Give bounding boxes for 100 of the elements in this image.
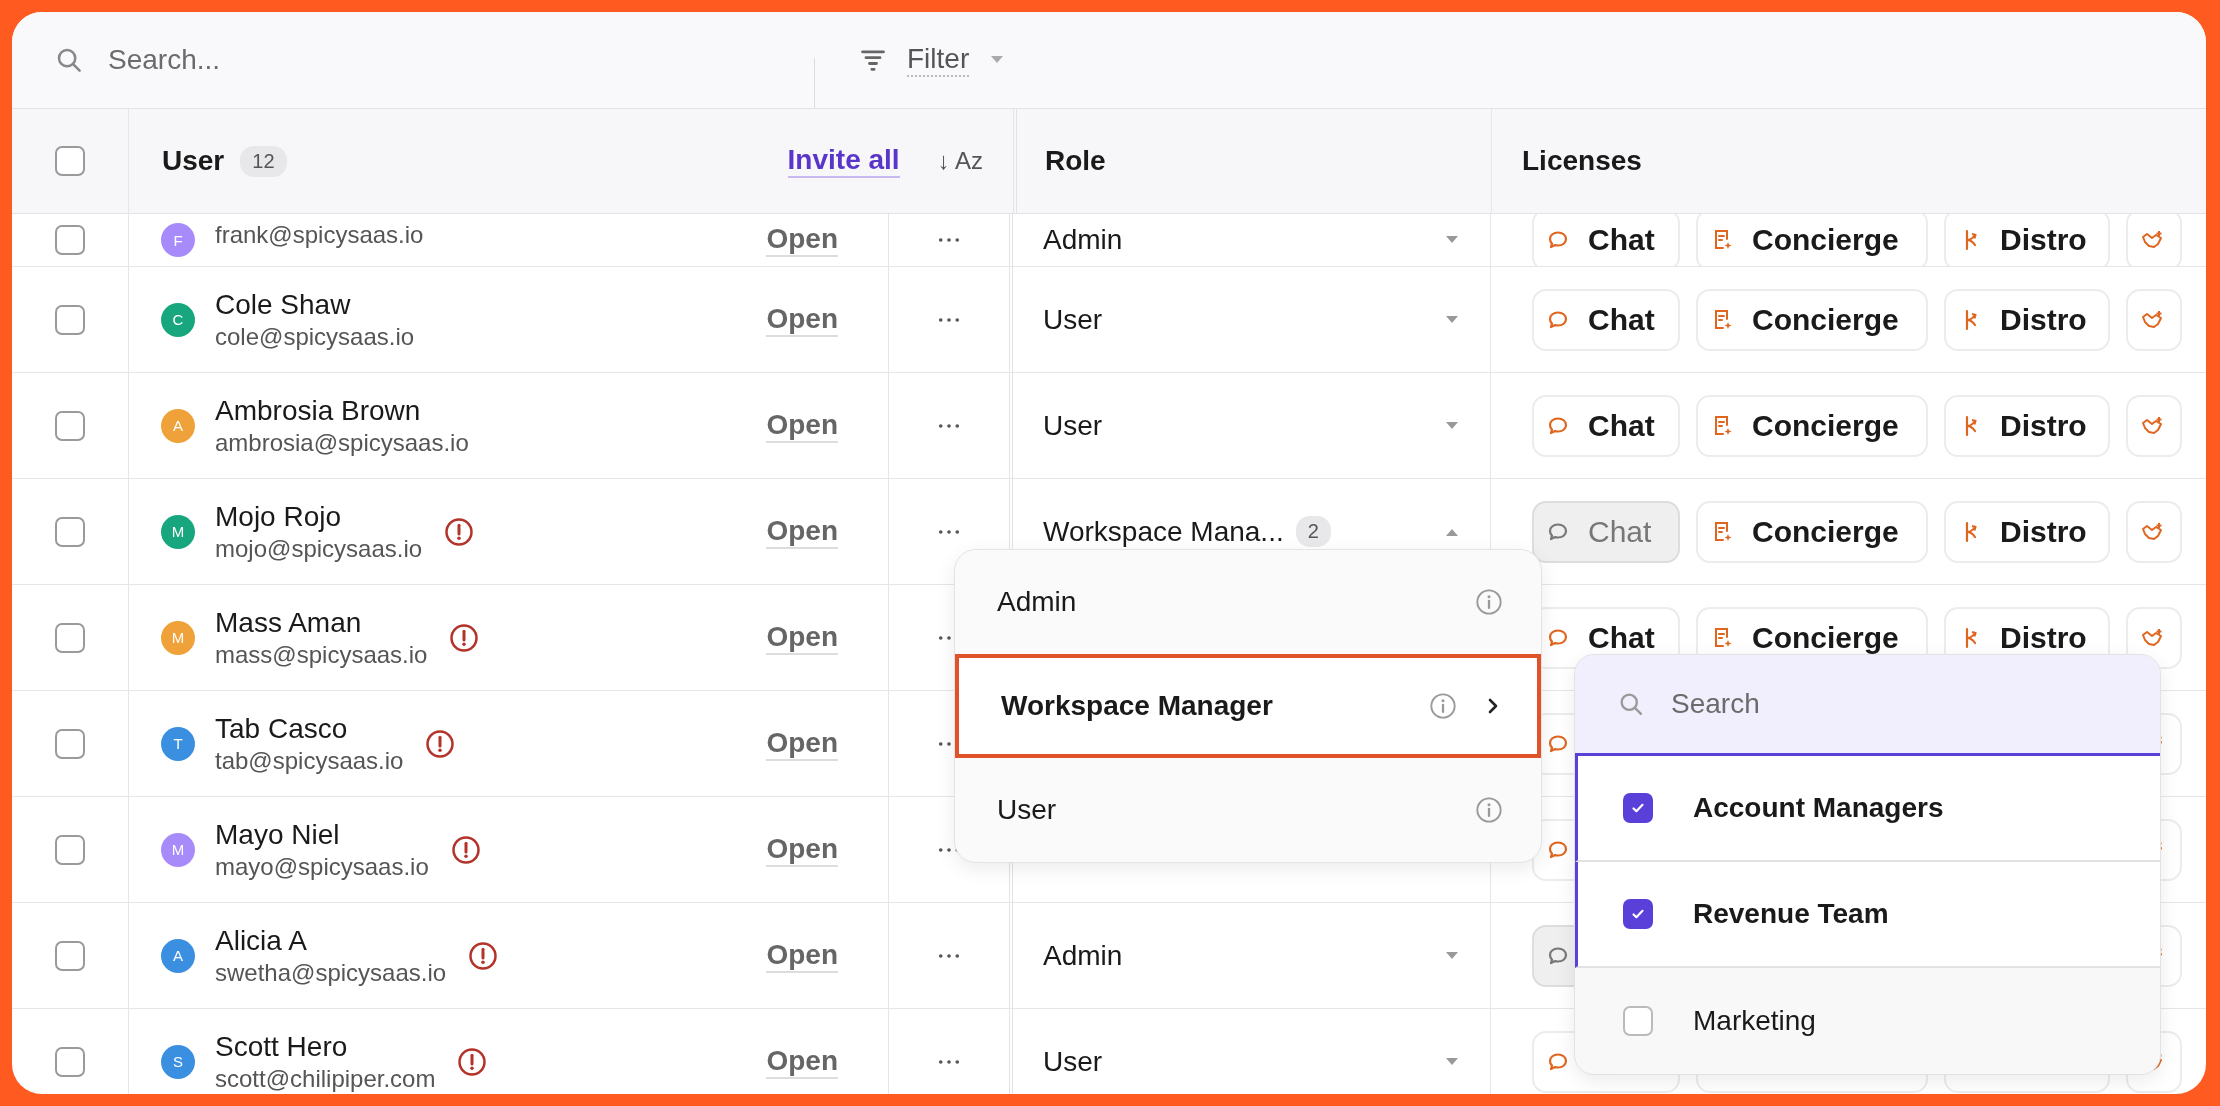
menu-item[interactable]: Workspace Manager xyxy=(955,654,1541,758)
count-badge: 12 xyxy=(240,145,287,177)
user-name: Alicia A xyxy=(215,923,308,958)
more-icon[interactable] xyxy=(938,421,960,430)
checkbox[interactable] xyxy=(1623,1006,1653,1036)
checkbox[interactable] xyxy=(55,622,85,653)
open-link[interactable]: Open xyxy=(766,620,838,655)
avatar: M xyxy=(161,832,195,867)
user-name: Mayo Niel xyxy=(215,817,341,852)
role-value: Admin xyxy=(1043,224,1123,256)
user-email: scott@chilipiper.com xyxy=(215,1063,436,1094)
license-chip[interactable]: Concierge xyxy=(1696,500,1928,563)
info-icon[interactable] xyxy=(1475,588,1503,616)
menu-item[interactable]: Account Managers xyxy=(1575,756,2160,862)
open-link[interactable]: Open xyxy=(766,302,838,337)
license-chip[interactable]: Concierge xyxy=(1696,288,1928,351)
license-chip[interactable]: Concierge xyxy=(1696,394,1928,457)
open-link[interactable]: Open xyxy=(766,514,838,549)
role-value: Admin xyxy=(1043,939,1123,972)
user-name: Cole Shaw xyxy=(215,287,352,322)
count-badge: 2 xyxy=(1295,516,1331,547)
checkbox[interactable] xyxy=(55,304,85,335)
user-name: Mass Aman xyxy=(215,605,363,640)
user-email: cole@spicysaas.io xyxy=(215,321,415,352)
avatar: M xyxy=(161,620,195,655)
checkbox[interactable] xyxy=(55,1046,85,1077)
open-link[interactable]: Open xyxy=(766,938,838,973)
license-chip[interactable]: Distro xyxy=(1944,500,2110,563)
info-icon[interactable] xyxy=(1429,692,1457,720)
user-name: Mojo Rojo xyxy=(215,499,343,534)
checkbox[interactable] xyxy=(55,728,85,759)
info-icon[interactable] xyxy=(1475,796,1503,824)
more-icon[interactable] xyxy=(938,951,960,960)
checkbox[interactable] xyxy=(55,410,85,441)
role-value: User xyxy=(1043,1045,1103,1078)
license-chip[interactable]: Chat xyxy=(1532,394,1680,457)
user-email: mass@spicysaas.io xyxy=(215,639,428,670)
open-link[interactable]: Open xyxy=(766,408,838,443)
checkbox[interactable] xyxy=(55,516,85,547)
avatar: A xyxy=(161,408,195,443)
caret-icon[interactable] xyxy=(1444,314,1460,325)
column-header: Role xyxy=(1045,145,1106,177)
search-field[interactable]: Search xyxy=(1575,655,2160,756)
avatar: S xyxy=(161,1044,195,1079)
avatar: C xyxy=(161,302,195,337)
checkbox[interactable] xyxy=(55,225,85,255)
search-input[interactable]: Search... xyxy=(106,43,610,77)
caret-icon[interactable] xyxy=(1444,235,1460,245)
caret-icon xyxy=(989,55,1006,65)
sort-button[interactable]: ↓ Az xyxy=(937,147,983,175)
invite-all-link[interactable]: Invite all xyxy=(787,144,900,178)
search-field[interactable]: Search... xyxy=(12,43,814,77)
avatar: M xyxy=(161,514,195,549)
caret-icon[interactable] xyxy=(1444,420,1460,431)
more-icon[interactable] xyxy=(938,315,960,324)
caret-icon[interactable] xyxy=(1444,950,1460,961)
open-link[interactable]: Open xyxy=(766,726,838,761)
role-value: User xyxy=(1043,409,1103,442)
more-icon[interactable] xyxy=(938,527,960,536)
checkbox[interactable] xyxy=(55,834,85,865)
user-email: mayo@spicysaas.io xyxy=(215,851,429,882)
checkbox[interactable] xyxy=(1623,899,1653,929)
user-name: Ambrosia Brown xyxy=(215,393,422,428)
license-chip[interactable]: Chat xyxy=(1532,214,1680,266)
more-icon[interactable] xyxy=(938,236,960,244)
user-email: mojo@spicysaas.io xyxy=(215,533,423,564)
license-chip[interactable]: Distro xyxy=(1944,288,2110,351)
user-name: Tab Casco xyxy=(215,711,349,746)
checkbox[interactable] xyxy=(55,146,85,176)
column-header: User xyxy=(162,145,225,177)
user-email: ambrosia@spicysaas.io xyxy=(215,427,469,458)
license-chip[interactable] xyxy=(2126,214,2182,266)
avatar: F xyxy=(161,223,195,257)
user-email: tab@spicysaas.io xyxy=(215,745,404,776)
avatar: T xyxy=(161,726,195,761)
license-chip[interactable]: Chat xyxy=(1532,288,1680,351)
menu-item[interactable]: User xyxy=(955,758,1541,862)
checkbox[interactable] xyxy=(55,940,85,971)
role-value: User xyxy=(1043,303,1103,336)
open-link[interactable]: Open xyxy=(766,223,838,257)
user-name: Scott Hero xyxy=(215,1029,349,1064)
checkbox[interactable] xyxy=(1623,793,1653,823)
filter-button[interactable]: Filter xyxy=(859,39,1006,81)
license-chip[interactable] xyxy=(2126,500,2182,563)
avatar: A xyxy=(161,938,195,973)
user-email: swetha@spicysaas.io xyxy=(215,957,447,988)
open-link[interactable]: Open xyxy=(766,832,838,867)
license-chip[interactable]: Distro xyxy=(1944,214,2110,266)
menu-item[interactable]: Revenue Team xyxy=(1575,862,2160,968)
license-chip[interactable]: Distro xyxy=(1944,394,2110,457)
license-chip[interactable] xyxy=(2126,288,2182,351)
role-value: Workspace Mana... xyxy=(1043,515,1284,548)
more-icon[interactable] xyxy=(938,1057,960,1066)
license-chip[interactable]: Concierge xyxy=(1696,214,1928,266)
caret-icon[interactable] xyxy=(1444,1056,1460,1067)
column-header: Licenses xyxy=(1522,145,1642,177)
license-chip[interactable] xyxy=(2126,394,2182,457)
search-input[interactable]: Search xyxy=(1669,687,2073,721)
open-link[interactable]: Open xyxy=(766,1044,838,1079)
user-email: frank@spicysaas.io xyxy=(215,220,424,250)
